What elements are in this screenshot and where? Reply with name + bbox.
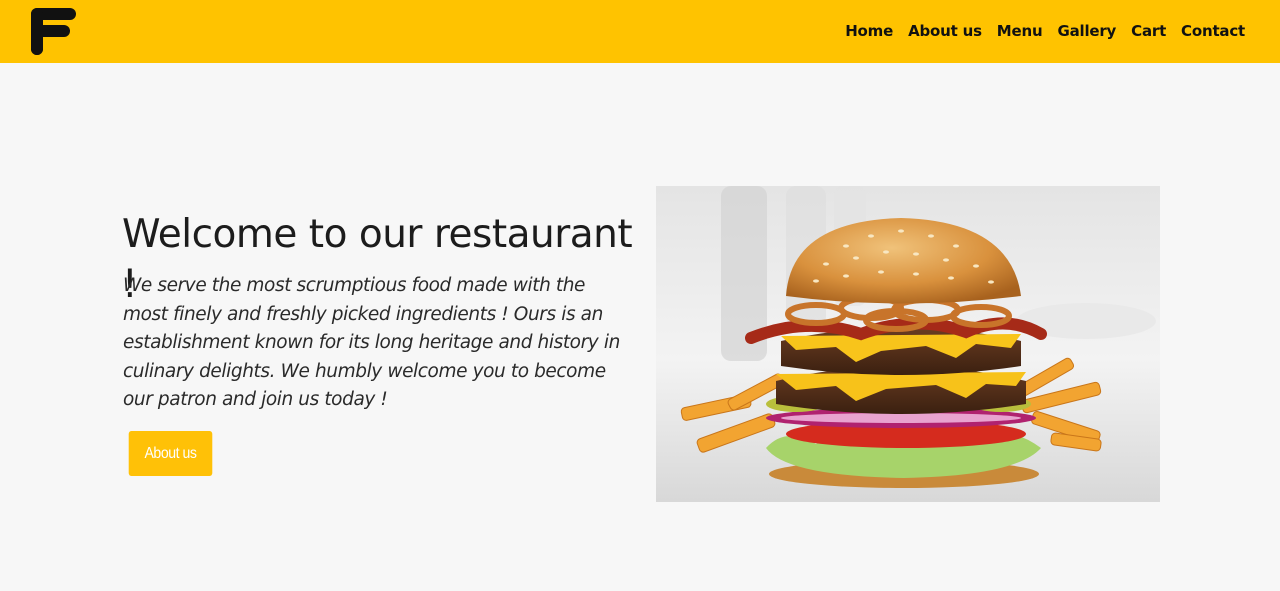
about-us-button-label: About us: [144, 444, 197, 462]
nav-gallery-link[interactable]: Gallery: [1057, 21, 1116, 41]
hero-description: We serve the most scrumptious food made …: [123, 275, 620, 410]
about-us-button[interactable]: About us: [128, 431, 213, 476]
nav-menu-link[interactable]: Menu: [997, 21, 1043, 41]
nav-menu: Home About us Menu Gallery Cart Contact: [830, 21, 1245, 41]
nav-about-link[interactable]: About us: [908, 21, 982, 41]
navbar: Home About us Menu Gallery Cart Contact: [0, 0, 1280, 63]
burger-photo: [656, 186, 1160, 502]
nav-contact-link[interactable]: Contact: [1181, 21, 1245, 41]
nav-cart-link[interactable]: Cart: [1131, 21, 1166, 41]
letter-f-logo-icon[interactable]: [31, 8, 76, 56]
burger-illustration: [656, 186, 1160, 502]
nav-home-link[interactable]: Home: [845, 21, 893, 41]
